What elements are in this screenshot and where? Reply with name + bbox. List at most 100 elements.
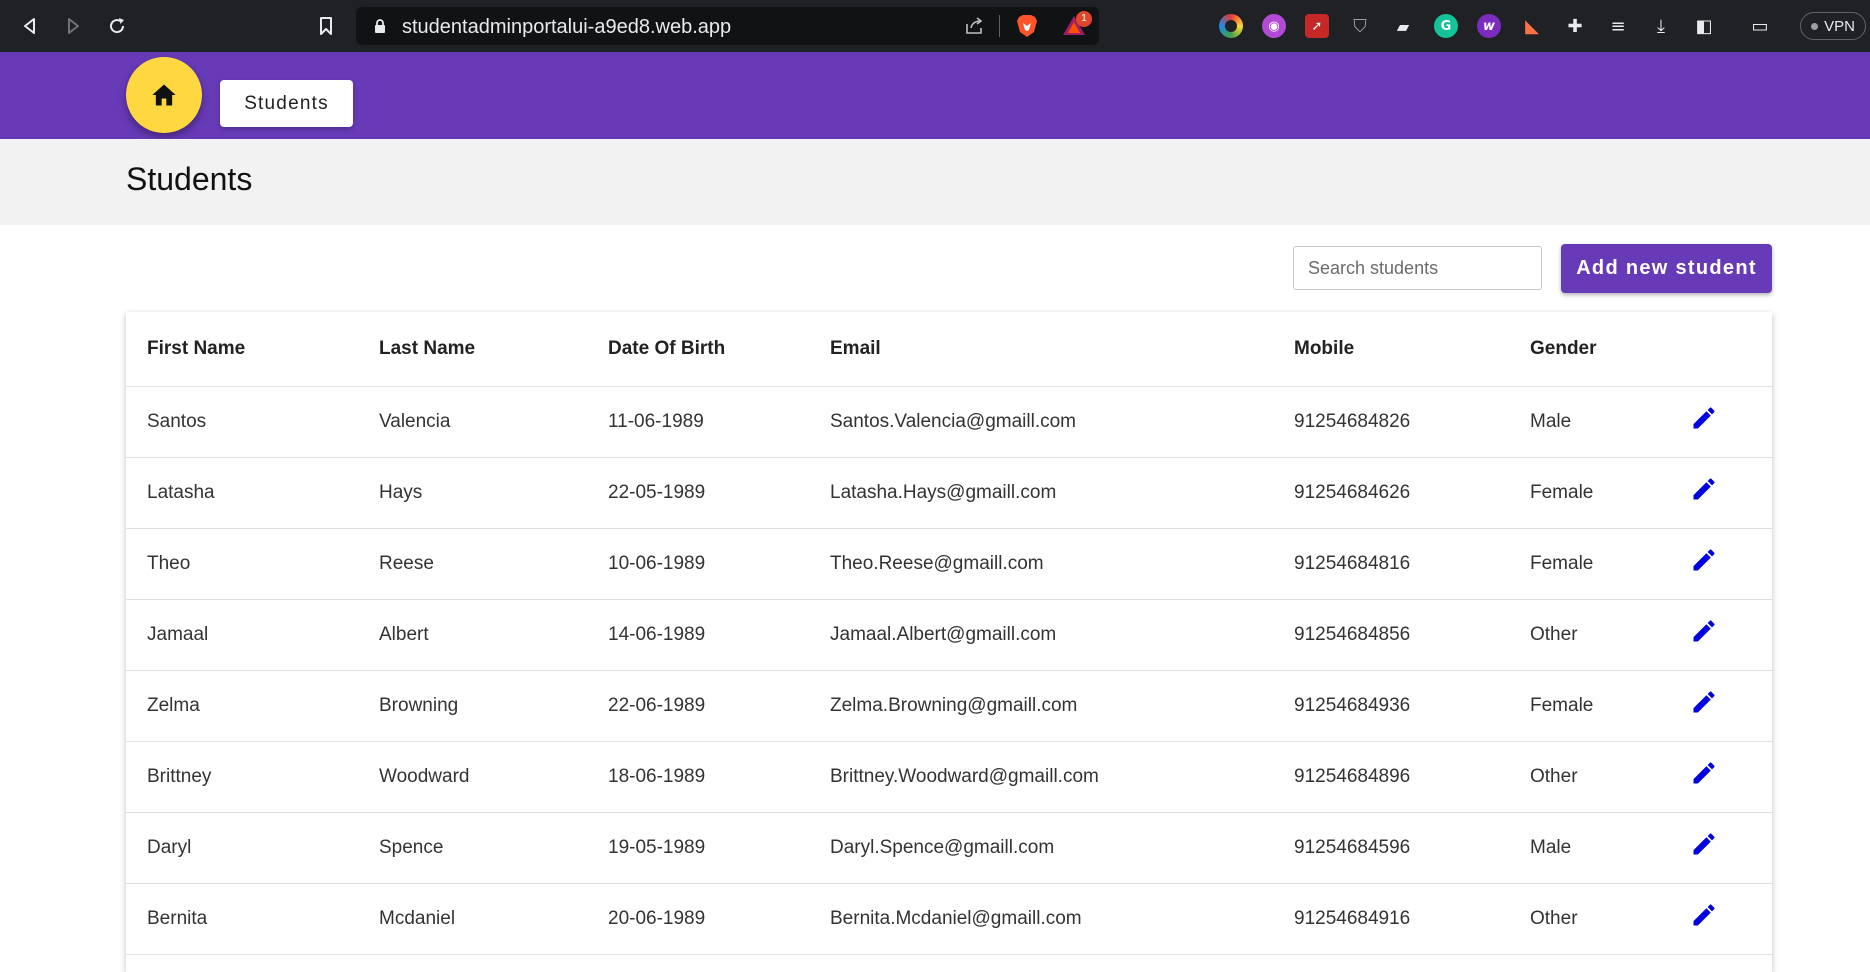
- edit-student-button[interactable]: [1688, 688, 1720, 720]
- rewards-badge: 1: [1076, 11, 1092, 27]
- cell-gender: Male: [1530, 411, 1572, 432]
- app-header: Students: [0, 52, 1870, 139]
- cell-dob: 22-05-1989: [608, 482, 706, 503]
- wordtune-icon[interactable]: w: [1477, 14, 1501, 38]
- bookmark-icon[interactable]: [313, 13, 339, 39]
- search-input[interactable]: [1293, 246, 1542, 290]
- edit-student-button[interactable]: [1688, 830, 1720, 862]
- grammarly-icon[interactable]: G: [1434, 14, 1458, 38]
- cell-first-name: Theo: [147, 553, 191, 574]
- home-icon: [152, 84, 176, 106]
- rocket-ext-icon[interactable]: ➚: [1305, 14, 1329, 38]
- table-row: Theo Reese 10-06-1989 Theo.Reese@gmaill.com…: [126, 529, 1772, 600]
- cell-first-name: Latasha: [147, 482, 215, 503]
- vpn-button[interactable]: VPN: [1800, 12, 1866, 40]
- cell-gender: Other: [1530, 624, 1578, 645]
- students-table: First Name Last Name Date Of Birth Email…: [126, 312, 1772, 972]
- download-icon[interactable]: ⤓: [1649, 14, 1673, 38]
- page-title: Students: [126, 161, 253, 197]
- add-new-student-button[interactable]: Add new student: [1561, 244, 1772, 293]
- colorzilla-icon[interactable]: [1219, 14, 1243, 38]
- column-header-last-name[interactable]: Last Name: [379, 338, 475, 360]
- url-divider: [999, 15, 1000, 37]
- media-list-icon[interactable]: ≡: [1606, 14, 1630, 38]
- pencil-icon: [1690, 546, 1718, 579]
- cell-first-name: Zelma: [147, 695, 200, 716]
- pencil-icon: [1690, 901, 1718, 934]
- column-header-mobile[interactable]: Mobile: [1294, 338, 1354, 360]
- title-band: Students: [0, 139, 1870, 225]
- pencil-icon: [1690, 830, 1718, 863]
- cell-dob: 22-06-1989: [608, 695, 706, 716]
- cell-first-name: Santos: [147, 411, 207, 432]
- cell-email: Bernita.Mcdaniel@gmaill.com: [830, 908, 1082, 929]
- table-row: Santos Valencia 11-06-1989 Santos.Valencia@…: [126, 387, 1772, 458]
- cell-email: Zelma.Browning@gmaill.com: [830, 695, 1078, 716]
- column-header-gender[interactable]: Gender: [1530, 338, 1597, 360]
- cell-first-name: Daryl: [147, 837, 192, 858]
- reload-icon[interactable]: [104, 13, 130, 39]
- cell-dob: 18-06-1989: [608, 766, 706, 787]
- share-icon[interactable]: [964, 16, 984, 36]
- cell-last-name: Reese: [379, 553, 434, 574]
- table-row: Latasha Hays 22-05-1989 Latasha.Hays@gmaill…: [126, 458, 1772, 529]
- cell-last-name: Mcdaniel: [379, 908, 456, 929]
- back-icon[interactable]: [17, 13, 43, 39]
- forward-icon[interactable]: [60, 13, 86, 39]
- cell-gender: Female: [1530, 695, 1594, 716]
- edit-student-button[interactable]: [1688, 759, 1720, 791]
- cell-email: Theo.Reese@gmaill.com: [830, 553, 1044, 574]
- table-row: Bernita Mcdaniel 20-06-1989 Bernita.Mcdanie…: [126, 884, 1772, 955]
- shield-ext-icon[interactable]: ⛉: [1348, 14, 1372, 38]
- brave-shield-icon[interactable]: [1016, 14, 1038, 38]
- lock-icon: [375, 19, 385, 33]
- crypto-ext-icon[interactable]: ◉: [1262, 14, 1286, 38]
- cell-mobile: 91254684596: [1294, 837, 1411, 858]
- address-bar[interactable]: studentadminportalui-a9ed8.web.app 1: [356, 7, 1099, 45]
- puzzle-icon[interactable]: ✚: [1563, 14, 1587, 38]
- cell-dob: 20-06-1989: [608, 908, 706, 929]
- pencil-icon: [1690, 759, 1718, 792]
- pdf-ext-icon[interactable]: ◣: [1520, 14, 1544, 38]
- column-header-dob[interactable]: Date Of Birth: [608, 338, 725, 360]
- cell-last-name: Browning: [379, 695, 459, 716]
- cell-mobile: 91254684856: [1294, 624, 1411, 645]
- table-row: Zelma Browning 22-06-1989 Zelma.Browning@gm…: [126, 671, 1772, 742]
- cell-email: Jamaal.Albert@gmaill.com: [830, 624, 1057, 645]
- cell-email: Santos.Valencia@gmaill.com: [830, 411, 1076, 432]
- nav-students-button[interactable]: Students: [220, 80, 353, 127]
- cell-last-name: Spence: [379, 837, 444, 858]
- table-row: Jamaal Albert 14-06-1989 Jamaal.Albert@gmai…: [126, 600, 1772, 671]
- cat-ext-icon[interactable]: ▰: [1391, 14, 1415, 38]
- cell-last-name: Woodward: [379, 766, 470, 787]
- browser-toolbar: studentadminportalui-a9ed8.web.app 1 ◉ ➚…: [0, 0, 1870, 52]
- pencil-icon: [1690, 688, 1718, 721]
- cell-gender: Other: [1530, 766, 1578, 787]
- cell-dob: 14-06-1989: [608, 624, 706, 645]
- pencil-icon: [1690, 475, 1718, 508]
- sidebar-icon[interactable]: ◧: [1692, 14, 1716, 38]
- cell-last-name: Hays: [379, 482, 423, 503]
- pencil-icon: [1690, 404, 1718, 437]
- home-button[interactable]: [126, 57, 202, 133]
- vpn-label: VPN: [1824, 17, 1855, 35]
- cell-gender: Other: [1530, 908, 1578, 929]
- column-header-first-name[interactable]: First Name: [147, 338, 245, 360]
- cell-first-name: Brittney: [147, 766, 212, 787]
- cell-mobile: 91254684826: [1294, 411, 1411, 432]
- cell-mobile: 91254684896: [1294, 766, 1411, 787]
- cell-first-name: Bernita: [147, 908, 208, 929]
- cell-gender: Male: [1530, 837, 1572, 858]
- wallet-icon[interactable]: ▭: [1748, 14, 1772, 38]
- edit-student-button[interactable]: [1688, 404, 1720, 436]
- column-header-email[interactable]: Email: [830, 338, 881, 360]
- cell-mobile: 91254684936: [1294, 695, 1411, 716]
- cell-mobile: 91254684916: [1294, 908, 1411, 929]
- cell-dob: 11-06-1989: [608, 411, 704, 432]
- table-header-row: First Name Last Name Date Of Birth Email…: [126, 312, 1772, 387]
- edit-student-button[interactable]: [1688, 475, 1720, 507]
- edit-student-button[interactable]: [1688, 546, 1720, 578]
- edit-student-button[interactable]: [1688, 617, 1720, 649]
- cell-last-name: Albert: [379, 624, 429, 645]
- edit-student-button[interactable]: [1688, 901, 1720, 933]
